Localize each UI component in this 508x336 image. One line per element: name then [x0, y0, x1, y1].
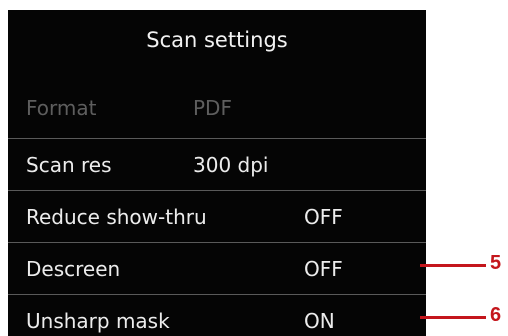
setting-row-descreen[interactable]: Descreen OFF — [8, 242, 426, 294]
setting-row-format[interactable]: Format PDF — [8, 82, 426, 134]
callout-line-6 — [420, 316, 486, 319]
callout-number-5: 5 — [490, 252, 502, 274]
setting-value: OFF — [304, 204, 343, 229]
setting-label: Format — [26, 96, 97, 120]
callout-line-5 — [420, 264, 486, 267]
setting-label: Descreen — [26, 256, 121, 281]
callout-number-6: 6 — [490, 304, 502, 326]
setting-value: PDF — [193, 96, 232, 120]
setting-label: Scan res — [26, 152, 112, 177]
setting-label: Reduce show-thru — [26, 204, 207, 229]
setting-row-scan-res[interactable]: Scan res 300 dpi — [8, 138, 426, 190]
scan-settings-screen: Scan settings Format PDF Scan res 300 dp… — [8, 10, 426, 336]
setting-value: OFF — [304, 256, 343, 281]
setting-label: Unsharp mask — [26, 308, 170, 333]
setting-value: ON — [304, 308, 335, 333]
setting-row-unsharp-mask[interactable]: Unsharp mask ON — [8, 294, 426, 336]
setting-value: 300 dpi — [193, 152, 269, 177]
setting-row-reduce-show-thru[interactable]: Reduce show-thru OFF — [8, 190, 426, 242]
screen-title: Scan settings — [146, 28, 288, 52]
